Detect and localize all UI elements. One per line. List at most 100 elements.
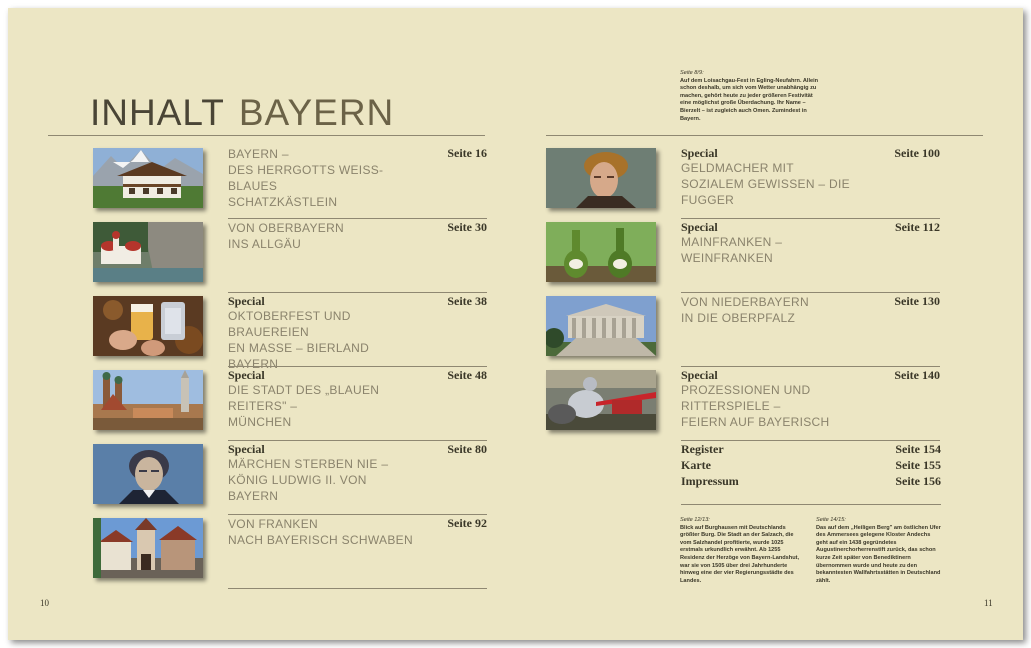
entry-text-6: VON FRANKEN NACH BAYERISCH SCHWABEN <box>228 516 413 548</box>
entry-line: PROZESSIONEN UND RITTERSPIELE – <box>681 383 811 413</box>
page-number: Seite 130 <box>894 294 940 308</box>
toc-entry-4[interactable]: Special DIE STADT DES „BLAUEN REITERS" –… <box>93 368 487 441</box>
entry-text-10: Special PROZESSIONEN UND RITTERSPIELE – … <box>681 368 866 430</box>
left-top-rule <box>48 135 485 136</box>
entry-text-7: Special GELDMACHER MIT SOZIALEM GEWISSEN… <box>681 146 866 208</box>
special-label: Special <box>228 294 265 308</box>
thumb-alpine-house <box>93 148 203 208</box>
thumb-walhalla-temple <box>546 296 656 356</box>
entry-line: GELDMACHER MIT <box>681 161 794 175</box>
entry-text-1: BAYERN – DES HERRGOTTS WEISS-BLAUES SCHA… <box>228 146 413 210</box>
caption-text: Blick auf Burghausen mit Deutschlands gr… <box>680 524 800 584</box>
entry-line: BAYERN – <box>228 147 289 161</box>
misc-row-impressum[interactable]: Impressum Seite 156 <box>681 474 941 490</box>
caption-ref: Seite 14/15: <box>816 517 846 523</box>
misc-list: Register Seite 154 Karte Seite 155 Impress… <box>681 442 941 490</box>
toc-entry-8[interactable]: Special MAINFRANKEN – WEINFRANKEN Seite … <box>546 220 940 293</box>
title-inhalt: INHALT <box>90 92 225 133</box>
page-number: Seite 48 <box>447 368 487 382</box>
special-label: Special <box>228 368 265 382</box>
entry-line: VON NIEDERBAYERN <box>681 295 809 309</box>
book-spread: INHALT BAYERN Seite 8/9: Auf dem Loisachg… <box>8 8 1023 640</box>
thumb-munich-skyline <box>93 370 203 430</box>
entry-line: DIE STADT DES „BLAUEN REITERS" – <box>228 383 380 413</box>
page-number: Seite 92 <box>447 516 487 530</box>
entry-line: FEIERN AUF BAYERISCH <box>681 415 830 429</box>
toc-entry-9[interactable]: VON NIEDERBAYERN IN DIE OBERPFALZ Seite … <box>546 294 940 367</box>
entry-line: IN DIE OBERPFALZ <box>681 311 796 325</box>
entry-line: MÜNCHEN <box>228 415 292 429</box>
entry-rule <box>228 218 487 219</box>
entry-rule <box>228 440 487 441</box>
entry-line: DES HERRGOTTS WEISS-BLAUES <box>228 163 384 193</box>
caption-bottom-2: Seite 14/15: Das auf dem „Heiligen Berg"… <box>816 517 942 585</box>
caption-top: Seite 8/9: Auf dem Loisachgau-Fest in Eg… <box>680 70 820 123</box>
entry-text-9: VON NIEDERBAYERN IN DIE OBERPFALZ <box>681 294 866 326</box>
folio-left: 10 <box>40 598 49 608</box>
entry-line: SOZIALEM GEWISSEN – DIE FUGGER <box>681 177 850 207</box>
entry-line: MÄRCHEN STERBEN NIE – <box>228 457 389 471</box>
page-number: Seite 140 <box>894 368 940 382</box>
page-number: Seite 80 <box>447 442 487 456</box>
title-bayern: BAYERN <box>238 92 395 133</box>
page-number: Seite 38 <box>447 294 487 308</box>
entry-text-4: Special DIE STADT DES „BLAUEN REITERS" –… <box>228 368 413 430</box>
entry-line: INS ALLGÄU <box>228 237 302 251</box>
entry-rule <box>681 218 940 219</box>
entry-rule <box>681 292 940 293</box>
misc-label: Register <box>681 442 724 456</box>
thumb-ludwig-portrait <box>93 444 203 504</box>
entry-line: SCHATZKÄSTLEIN <box>228 195 338 209</box>
misc-label: Impressum <box>681 474 739 488</box>
page-number: Seite 100 <box>894 146 940 160</box>
entry-rule <box>228 514 487 515</box>
toc-entry-1[interactable]: BAYERN – DES HERRGOTTS WEISS-BLAUES SCHA… <box>93 146 487 219</box>
thumb-knights-tournament <box>546 370 656 430</box>
thumb-franconian-gate <box>93 518 203 578</box>
entry-text-8: Special MAINFRANKEN – WEINFRANKEN <box>681 220 866 266</box>
toc-entry-5[interactable]: Special MÄRCHEN STERBEN NIE – KÖNIG LUDW… <box>93 442 487 515</box>
entry-line: VON OBERBAYERN <box>228 221 345 235</box>
special-label: Special <box>681 220 718 234</box>
entry-line: NACH BAYERISCH SCHWABEN <box>228 533 413 547</box>
entry-rule <box>228 588 487 589</box>
thumb-lake-chapel <box>93 222 203 282</box>
entry-line: OKTOBERFEST UND BRAUEREIEN <box>228 309 351 339</box>
entry-text-2: VON OBERBAYERN INS ALLGÄU <box>228 220 413 252</box>
misc-label: Karte <box>681 458 711 472</box>
special-label: Special <box>681 368 718 382</box>
misc-page: Seite 154 <box>895 442 941 456</box>
caption-ref: Seite 12/13: <box>680 517 710 523</box>
thumb-beer-mugs <box>93 296 203 356</box>
caption-top-text: Auf dem Loisachgau-Fest in Egling-Neufah… <box>680 77 819 122</box>
caption-bottom-1: Seite 12/13: Blick auf Burghausen mit De… <box>680 517 806 585</box>
toc-entry-3[interactable]: Special OKTOBERFEST UND BRAUEREIEN EN MA… <box>93 294 487 371</box>
caption-top-ref: Seite 8/9: <box>680 70 704 76</box>
page-number: Seite 30 <box>447 220 487 234</box>
page-number: Seite 112 <box>895 220 940 234</box>
misc-row-karte[interactable]: Karte Seite 155 <box>681 458 941 474</box>
page-title: INHALT BAYERN <box>90 92 394 134</box>
entry-text-5: Special MÄRCHEN STERBEN NIE – KÖNIG LUDW… <box>228 442 413 504</box>
special-label: Special <box>228 442 265 456</box>
entry-rule <box>228 292 487 293</box>
thumb-fugger-portrait <box>546 148 656 208</box>
caption-text: Das auf dem „Heiligen Berg" am östlichen… <box>816 524 941 584</box>
entry-text-3: Special OKTOBERFEST UND BRAUEREIEN EN MA… <box>228 294 413 372</box>
entry-rule <box>681 366 940 367</box>
toc-entry-6[interactable]: VON FRANKEN NACH BAYERISCH SCHWABEN Seit… <box>93 516 487 589</box>
page-number: Seite 16 <box>447 146 487 160</box>
toc-entry-10[interactable]: Special PROZESSIONEN UND RITTERSPIELE – … <box>546 368 940 441</box>
misc-row-register[interactable]: Register Seite 154 <box>681 442 941 458</box>
thumb-wine-bottles <box>546 222 656 282</box>
entry-line: VON FRANKEN <box>228 517 318 531</box>
folio-right: 11 <box>984 598 993 608</box>
entry-rule <box>681 440 940 441</box>
misc-rule <box>681 504 941 505</box>
misc-page: Seite 156 <box>895 474 941 488</box>
misc-page: Seite 155 <box>895 458 941 472</box>
toc-entry-7[interactable]: Special GELDMACHER MIT SOZIALEM GEWISSEN… <box>546 146 940 219</box>
toc-entry-2[interactable]: VON OBERBAYERN INS ALLGÄU Seite 30 <box>93 220 487 293</box>
entry-line: WEINFRANKEN <box>681 251 773 265</box>
special-label: Special <box>681 146 718 160</box>
